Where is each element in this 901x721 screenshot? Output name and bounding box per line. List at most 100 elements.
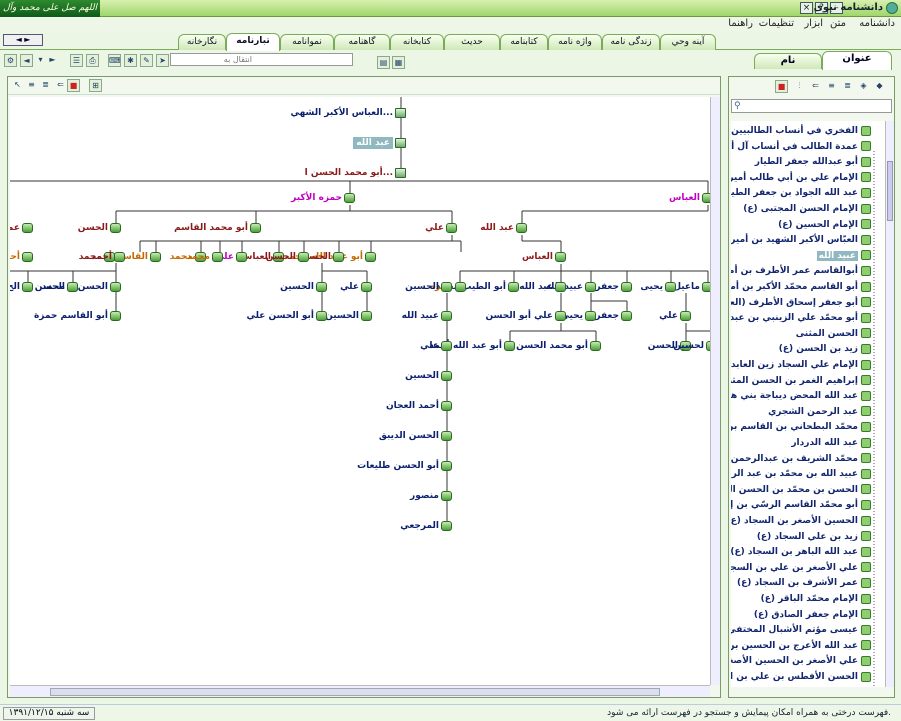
books-icon[interactable]: ◆ [873,80,886,93]
tab-gallery[interactable]: نگارخانه [178,34,226,50]
tab-chart[interactable]: نموانامه [280,34,334,50]
tree-node-label[interactable]: الحسين [405,370,439,382]
close-button[interactable]: × [800,2,813,14]
expand-icon[interactable]: ≣ [841,80,854,93]
collapse-icon[interactable]: ≡ [25,79,38,92]
tree-node-label[interactable]: الحسين [405,281,439,293]
tree-node-label[interactable]: عبد الله [353,137,393,149]
list-item[interactable]: زيد بن الحسن (ع) [779,342,871,357]
book-icon[interactable]: ◈ [857,80,870,93]
list-item[interactable]: الإمام جعفر الصادق (ع) [754,608,871,623]
list-item[interactable]: محمّد البطحاني بن القاسم بن الحسن [731,420,871,435]
tree-node-toggle-icon[interactable] [395,108,406,118]
tree-node-label[interactable]: العباس [669,192,700,204]
tree-node-label[interactable]: أبو القاسم حمزة [34,310,108,322]
scroll-thumb[interactable] [50,688,660,696]
view-icon-2[interactable]: ▦ [392,56,405,69]
tab-library[interactable]: کتابخانه [390,34,444,50]
goto-input[interactable]: انتقال به [170,53,353,66]
tree-vertical-scrollbar[interactable] [710,97,720,685]
menu-item-text[interactable]: متن [830,18,846,29]
tree-node-label[interactable]: الحسين [280,281,314,293]
tree-node-toggle-icon[interactable] [555,282,566,292]
tree-node-label[interactable]: ماعيل [673,281,700,293]
tree-node-label[interactable]: العباس [522,251,553,263]
tree-node-label[interactable]: الحسن [78,222,108,234]
tree-node-label[interactable]: جعفر [595,310,619,322]
tree-node-label[interactable]: علي [340,281,359,293]
tree-node-label[interactable]: عبيد الله [402,310,439,322]
list-item[interactable]: عبد الله المحض ديباجة بني هاشم بن [731,389,871,404]
menu-item-settings[interactable]: تنظیمات [759,18,794,29]
tab-bibliography[interactable]: کتابنامه [500,34,548,50]
list-item[interactable]: علي الأصغر بن الحسين الأصغر بن [731,654,871,669]
tab-title[interactable]: عنوان [822,51,892,70]
collapse-icon[interactable]: ≡ [825,80,838,93]
list-item[interactable]: عبد الله الجواد بن جعفر الطيار [731,186,871,201]
tree-node-label[interactable]: أبو محمد القاسم [174,222,248,234]
star-icon[interactable]: ✱ [124,54,137,67]
tree-node-label[interactable]: أحمد العجان [386,400,439,412]
list-item[interactable]: عبد الله الباهر بن السجاد (ع) [731,545,871,560]
tree-node-label[interactable]: المرجعي [400,520,439,532]
tree-node-toggle-icon[interactable] [446,223,457,233]
arrow-left-icon[interactable]: ⇐ [54,79,67,92]
tree-node-toggle-icon[interactable] [365,252,376,262]
back-icon[interactable]: ◄ [20,54,33,67]
list-item[interactable]: إبراهيم الغمر بن الحسن المثنى [731,374,871,389]
list-item[interactable]: أبوالقاسم عمر الأطرف بن أميرالمؤمنين [731,264,871,279]
tree-node-toggle-icon[interactable] [333,252,344,262]
tree-node-toggle-icon[interactable] [455,282,466,292]
list-item[interactable]: عمر الأشرف بن السجاد (ع) [737,576,871,591]
tab-hadith[interactable]: حديث [444,34,500,50]
tree-node-label[interactable]: علي أبو الحسن [485,310,553,322]
tree-node-label[interactable]: أبو الحسن طليعات [357,460,439,472]
list-item[interactable]: الحسين الأصغر بن السجاد (ع) [731,514,871,529]
tree-node-toggle-icon[interactable] [516,223,527,233]
list-item[interactable]: الإمام علي بن أبي طالب أمير المؤمنين [731,171,871,186]
tree-node-label[interactable]: عبد الله [480,222,514,234]
tree-view[interactable]: العباس الأكبر الشهي... عبد الله أبو محمد ا… [10,97,710,685]
tree-node-toggle-icon[interactable] [441,401,452,411]
tree-node-toggle-icon[interactable] [441,341,452,351]
tree-node-label[interactable]: محمد [187,251,210,263]
link-icon[interactable]: ↖ [11,79,24,92]
close-red-icon[interactable]: ■ [775,80,788,93]
tree-node-toggle-icon[interactable] [110,223,121,233]
expand-icon[interactable]: ≣ [39,79,52,92]
tree-node-toggle-icon[interactable] [702,282,710,292]
tree-node-toggle-icon[interactable] [395,168,406,178]
tree-horizontal-scrollbar[interactable] [10,685,710,697]
tree-node-toggle-icon[interactable] [508,282,519,292]
close-red-icon[interactable]: ■ [67,79,80,92]
fit-icon[interactable]: ⊞ [89,79,102,92]
tree-node-toggle-icon[interactable] [67,282,78,292]
list-item[interactable]: عيسى مؤتم الأشبال المختفي بن زيد [731,623,871,638]
menu-item-tools[interactable]: ابزار [804,18,823,29]
tree-node-toggle-icon[interactable] [441,371,452,381]
tree-node-toggle-icon[interactable] [361,311,372,321]
tree-node-label[interactable]: الحسين [325,310,359,322]
tree-node-label[interactable]: علي [425,222,444,234]
tree-node-toggle-icon[interactable] [504,341,515,351]
list-item[interactable]: العبّاس الأكبر الشهيد بن أميرالمؤمنين [731,233,871,248]
tree-node-toggle-icon[interactable] [621,311,632,321]
tree-node-label[interactable]: الحسن الديبق [379,430,439,442]
list-item[interactable]: أبو عبدالله جعفر الطيار [755,155,871,170]
tree-node-toggle-icon[interactable] [110,282,121,292]
edit-icon[interactable]: ✎ [140,54,153,67]
tree-node-label[interactable]: العباس الأكبر الشهي... [290,107,393,119]
tree-node-toggle-icon[interactable] [665,282,676,292]
tree-node-label[interactable]: علي [420,340,439,352]
tree-node-label[interactable]: علي [659,310,678,322]
tree-node-label[interactable]: جعفر [595,281,619,293]
tree-node-toggle-icon[interactable] [555,311,566,321]
tab-name[interactable]: نام [754,53,822,69]
tree-node-toggle-icon[interactable] [441,491,452,501]
tree-node-label[interactable]: عمد [10,222,20,234]
tree-node-label[interactable]: أبو محمد الحسن [516,340,588,352]
tree-node-toggle-icon[interactable] [441,521,452,531]
tree-node-toggle-icon[interactable] [441,461,452,471]
tree-node-toggle-icon[interactable] [110,311,121,321]
tree-node-toggle-icon[interactable] [441,282,452,292]
